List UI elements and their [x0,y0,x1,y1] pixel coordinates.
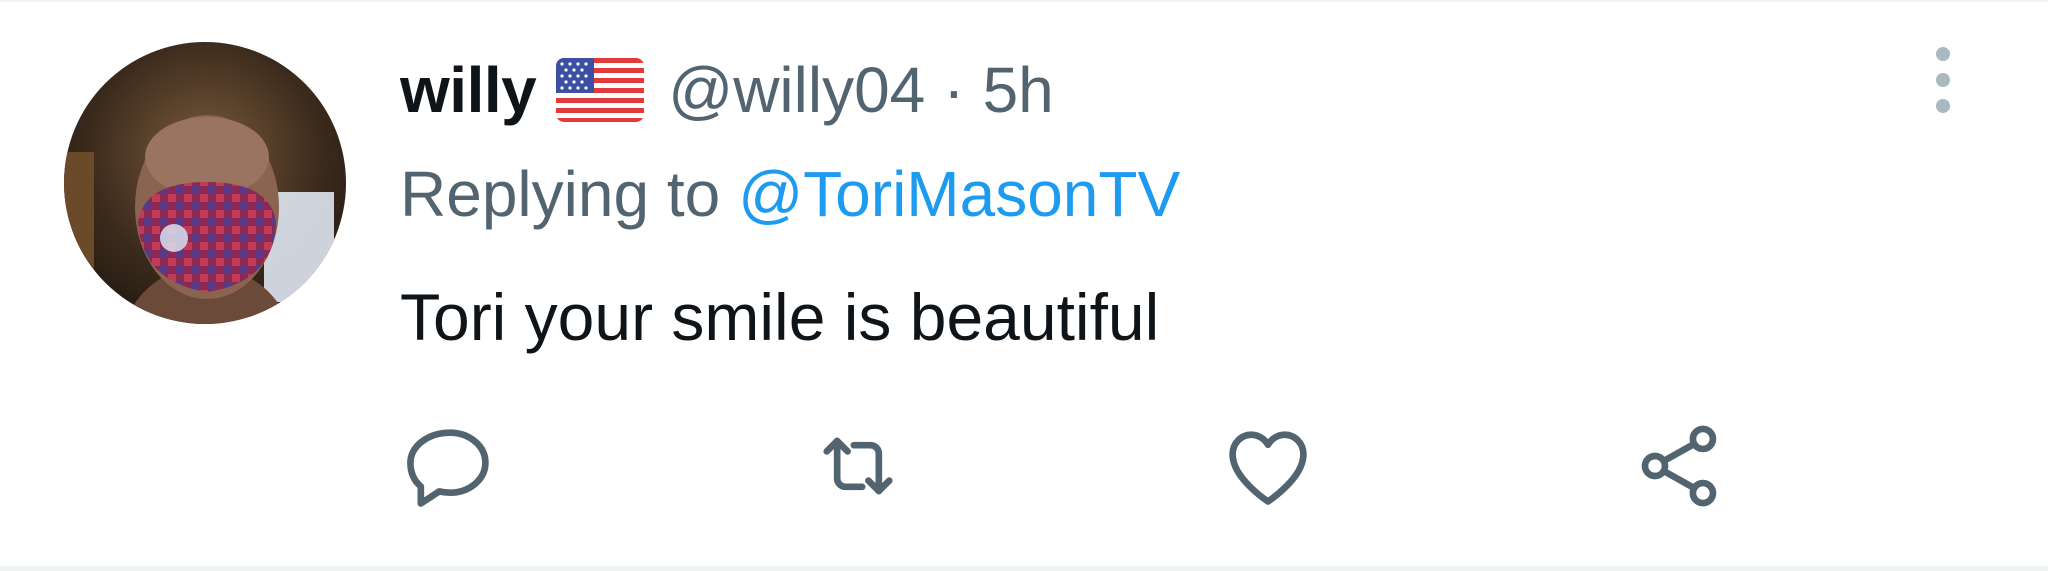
tweet-text: Tori your smile is beautiful [400,280,1160,354]
author-handle[interactable]: @willy04 [668,53,925,127]
more-vertical-icon[interactable] [1926,40,1960,120]
separator-dot: · [943,54,965,126]
reply-mention-link[interactable]: @ToriMasonTV [738,158,1180,230]
retweet-icon[interactable] [808,416,908,516]
tweet-header: willy @willy04 · 5h [400,48,1054,132]
top-divider [0,0,2048,2]
timestamp[interactable]: 5h [983,53,1054,127]
heart-icon[interactable] [1218,416,1318,516]
share-icon[interactable] [1630,416,1730,516]
bottom-divider [0,566,2048,571]
reply-icon[interactable] [400,416,500,516]
us-flag-icon [556,58,645,122]
replying-to-label: Replying to [400,158,721,230]
replying-to-line: Replying to @ToriMasonTV [400,152,1180,236]
avatar[interactable] [64,42,346,324]
author-name[interactable]: willy [400,53,537,127]
